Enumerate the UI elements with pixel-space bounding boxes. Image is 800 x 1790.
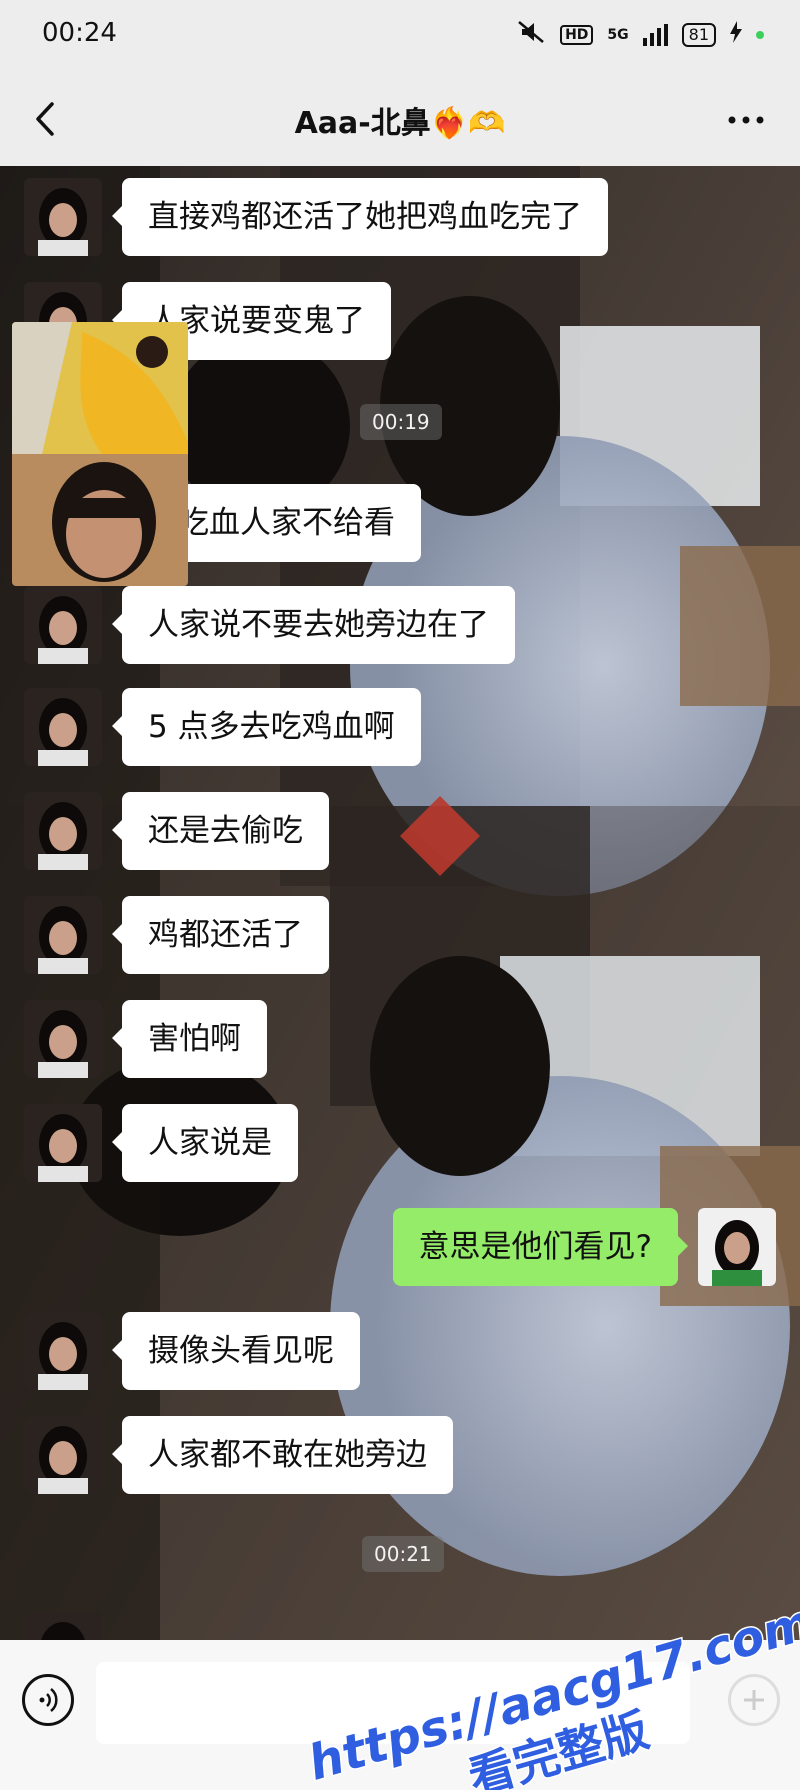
contact-avatar[interactable] — [24, 586, 102, 664]
chat-title: Aaa-北鼻❤️‍🔥🫶 — [294, 106, 506, 141]
charging-icon — [730, 21, 742, 48]
message-row: 5 点多去吃鸡血啊 — [24, 688, 421, 766]
message-row: 人家说不要去她旁边在了 — [24, 586, 515, 664]
message-row: 害怕啊 — [24, 1000, 267, 1078]
message-bubble[interactable]: 5 点多去吃鸡血啊 — [112, 688, 421, 766]
message-row: 人家都不敢在她旁边 — [24, 1416, 453, 1494]
image-overlay[interactable] — [12, 322, 188, 586]
message-bubble[interactable]: 人家说不要去她旁边在了 — [112, 586, 515, 664]
self-avatar[interactable] — [698, 1208, 776, 1286]
message-bubble[interactable]: 人家都不敢在她旁边 — [112, 1416, 453, 1494]
message-row: 人家说是 — [24, 1104, 298, 1182]
message-bubble[interactable]: 害怕啊 — [112, 1000, 267, 1078]
message-bubble[interactable]: 人家说是 — [112, 1104, 298, 1182]
more-button[interactable] — [722, 98, 770, 138]
watermark: https://aacg17.com 看完整版 — [301, 1600, 800, 1790]
mute-icon — [516, 20, 546, 49]
contact-avatar[interactable] — [24, 1416, 102, 1494]
message-row: 摄像头看见呢 — [24, 1312, 360, 1390]
contact-avatar[interactable] — [24, 688, 102, 766]
contact-avatar[interactable] — [24, 1000, 102, 1078]
contact-avatar[interactable] — [24, 1612, 102, 1640]
sent-message-bubble[interactable]: 意思是他们看见? — [392, 1208, 689, 1286]
contact-avatar[interactable] — [24, 178, 102, 256]
contact-avatar[interactable] — [24, 896, 102, 974]
message-row: 直接鸡都还活了她把鸡血吃完了 — [24, 178, 608, 256]
status-bar: 00:24 HD 5G 81 — [0, 0, 800, 72]
chat-area[interactable]: 直接鸡都还活了她把鸡血吃完了 人家说要变鬼了 00:19 吃血人家不给看 人家说… — [0, 166, 800, 1640]
contact-avatar[interactable] — [24, 1312, 102, 1390]
status-icons: HD 5G 81 — [516, 20, 764, 49]
hd-badge: HD — [560, 24, 594, 45]
message-bubble[interactable]: 摄像头看见呢 — [112, 1312, 360, 1390]
privacy-dot — [756, 30, 764, 39]
status-time: 00:24 — [42, 18, 117, 48]
battery-icon: 81 — [681, 22, 716, 47]
voice-button[interactable] — [22, 1674, 74, 1726]
message-row-sent: 意思是他们看见? — [392, 1208, 776, 1286]
message-bubble[interactable]: 鸡都还活了 — [112, 896, 329, 974]
message-bubble[interactable]: 直接鸡都还活了她把鸡血吃完了 — [112, 178, 608, 256]
timestamp: 00:21 — [362, 1536, 444, 1572]
signal-icon — [642, 23, 668, 46]
chat-header: Aaa-北鼻❤️‍🔥🫶 — [0, 72, 800, 166]
contact-avatar[interactable] — [24, 792, 102, 870]
more-icon — [728, 116, 764, 124]
network-label: 5G — [607, 26, 629, 43]
message-row-partial — [24, 1612, 102, 1640]
message-row: 鸡都还活了 — [24, 896, 329, 974]
battery-level: 81 — [688, 24, 709, 44]
message-row: 还是去偷吃 — [24, 792, 329, 870]
voice-icon — [39, 1688, 58, 1712]
contact-avatar[interactable] — [24, 1104, 102, 1182]
message-bubble[interactable]: 还是去偷吃 — [112, 792, 329, 870]
timestamp: 00:19 — [360, 404, 442, 440]
